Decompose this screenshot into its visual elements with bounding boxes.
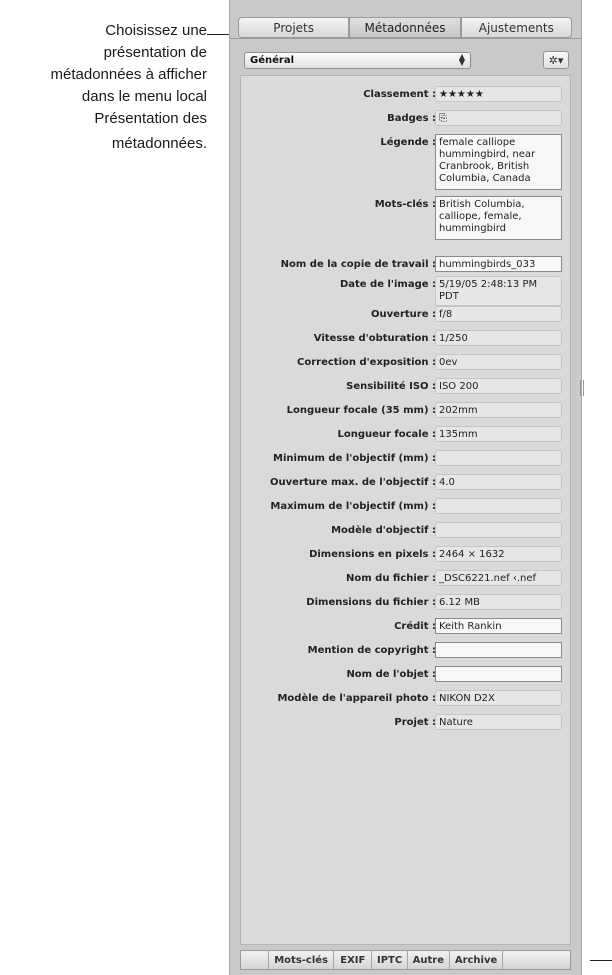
- metadata-field-value[interactable]: British Columbia, calliope, female, humm…: [435, 196, 562, 240]
- metadata-field-value[interactable]: [435, 666, 562, 682]
- metadata-field-label: Vitesse d'obturation :: [313, 333, 436, 344]
- metadata-field-value[interactable]: hummingbirds_033: [435, 256, 562, 272]
- metadata-field-label: Modèle de l'appareil photo :: [277, 693, 436, 704]
- metadata-field-value: _DSC6221.nef ‹.nef: [435, 570, 562, 586]
- metadata-fields-area: Classement : ★★★★★ Badges : ⎘ Légende : femal…: [240, 75, 571, 945]
- metadata-field-value: [435, 498, 562, 514]
- tab-projets[interactable]: Projets: [238, 17, 350, 38]
- metadata-button-bar: Mots-clés EXIF IPTC Autre Archive: [240, 950, 571, 970]
- resize-handle[interactable]: [580, 380, 584, 396]
- metadata-field-label: Maximum de l'objectif (mm) :: [270, 501, 436, 512]
- button-bar-spacer: [241, 951, 269, 969]
- callout-text: Choisissez une présentation de métadonné…: [7, 20, 208, 155]
- metadata-field-label: Mention de copyright :: [307, 645, 436, 656]
- metadata-field-label: Dimensions du fichier :: [306, 597, 436, 608]
- metadata-field-label: Légende :: [380, 137, 436, 148]
- metadata-field-value: [435, 522, 562, 538]
- gear-icon: ✲▾: [548, 53, 564, 67]
- metadata-field-label: Minimum de l'objectif (mm) :: [273, 453, 436, 464]
- metadata-field-value: [435, 450, 562, 466]
- up-down-arrows-icon: ▲ ▼: [458, 52, 465, 67]
- metadata-field-value: 202mm: [435, 402, 562, 418]
- metadata-field-value: f/8: [435, 306, 562, 322]
- metadata-field-value: 4.0: [435, 474, 562, 490]
- metadata-view-label: Général: [250, 55, 294, 66]
- metadata-field-label: Ouverture :: [371, 309, 436, 320]
- metadata-field-label: Nom de la copie de travail :: [280, 259, 436, 270]
- metadata-view-popup[interactable]: Général ▲ ▼: [244, 52, 471, 69]
- tab-metadonnees[interactable]: Métadonnées: [349, 17, 461, 38]
- callout-leader-line-bottom: [590, 960, 612, 961]
- tab-ajustements[interactable]: Ajustements: [460, 17, 572, 38]
- metadata-field-value: Nature: [435, 714, 562, 730]
- metadata-field-value: 1/250: [435, 330, 562, 346]
- button-bar-item[interactable]: Autre: [408, 951, 450, 969]
- button-bar-item[interactable]: Archive: [450, 951, 504, 969]
- callout-line: métadonnées.: [111, 135, 207, 152]
- metadata-field-label: Badges :: [387, 113, 436, 124]
- metadata-field-label: Sensibilité ISO :: [346, 381, 436, 392]
- callout-line: présentation de: [103, 44, 207, 61]
- callout-line: dans le menu local: [81, 88, 207, 105]
- inspector-tabs: Projets Métadonnées Ajustements: [238, 17, 572, 38]
- callout-line: métadonnées à afficher: [50, 66, 208, 83]
- metadata-field-value: 2464 × 1632: [435, 546, 562, 562]
- inspector-panel: Projets Métadonnées Ajustements Général …: [229, 0, 582, 975]
- metadata-field-value[interactable]: [435, 642, 562, 658]
- metadata-field-value: NIKON D2X: [435, 690, 562, 706]
- metadata-field-value[interactable]: Keith Rankin: [435, 618, 562, 634]
- callout-line: Choisissez une: [105, 22, 207, 39]
- metadata-field-label: Correction d'exposition :: [297, 357, 436, 368]
- metadata-field-value: ISO 200: [435, 378, 562, 394]
- metadata-field-label: Date de l'image :: [339, 279, 436, 290]
- metadata-field-label: Nom du fichier :: [346, 573, 436, 584]
- metadata-field-label: Projet :: [394, 717, 436, 728]
- metadata-field-value: 5/19/05 2:48:13 PM PDT: [435, 276, 562, 306]
- metadata-field-label: Dimensions en pixels :: [309, 549, 436, 560]
- button-bar-item[interactable]: EXIF: [334, 951, 373, 969]
- metadata-field-value: 135mm: [435, 426, 562, 442]
- button-bar-item[interactable]: IPTC: [372, 951, 408, 969]
- metadata-field-label: Longueur focale :: [337, 429, 436, 440]
- metadata-field-label: Modèle d'objectif :: [331, 525, 436, 536]
- callout-line: Présentation des: [94, 110, 207, 127]
- metadata-field-label: Crédit :: [394, 621, 436, 632]
- gear-action-button[interactable]: ✲▾: [543, 51, 569, 69]
- metadata-field-value: ⎘: [435, 110, 562, 126]
- tab-divider: [230, 38, 581, 39]
- metadata-field-label: Nom de l'objet :: [346, 669, 436, 680]
- metadata-field-label: Ouverture max. de l'objectif :: [270, 477, 436, 488]
- metadata-field-label: Classement :: [363, 89, 436, 100]
- metadata-field-value: ★★★★★: [435, 86, 562, 102]
- metadata-field-value[interactable]: female calliope hummingbird, near Cranbr…: [435, 134, 562, 190]
- metadata-field-label: Longueur focale (35 mm) :: [286, 405, 436, 416]
- metadata-field-value: 6.12 MB: [435, 594, 562, 610]
- button-bar-item[interactable]: Mots-clés: [269, 951, 335, 969]
- button-bar-spacer: [503, 951, 570, 969]
- metadata-field-label: Mots-clés :: [374, 199, 436, 210]
- metadata-field-value: 0ev: [435, 354, 562, 370]
